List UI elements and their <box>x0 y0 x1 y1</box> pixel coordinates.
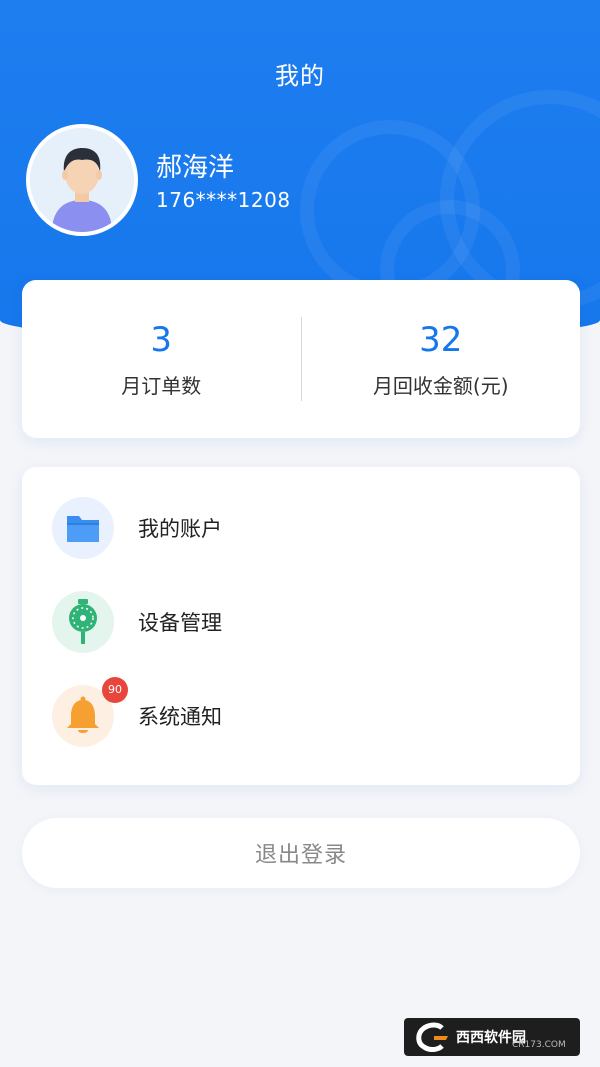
menu-item-label: 设备管理 <box>138 611 222 635</box>
menu-item-notifications[interactable]: 90 系统通知 <box>22 671 580 761</box>
monthly-amount-label: 月回收金额(元) <box>372 373 509 398</box>
user-phone: 176****1208 <box>156 188 291 212</box>
watermark-c-icon <box>416 1022 448 1052</box>
folder-icon <box>52 497 114 559</box>
watermark-sub: CR173.COM <box>512 1040 566 1050</box>
menu-item-label: 我的账户 <box>138 517 222 541</box>
menu-card: 我的账户 设备管理 90 系统通知 <box>22 467 580 785</box>
device-icon <box>52 591 114 653</box>
logout-button[interactable]: 退出登录 <box>22 818 580 888</box>
monthly-orders-stat[interactable]: 3 月订单数 <box>22 320 301 399</box>
stats-card: 3 月订单数 32 月回收金额(元) <box>22 280 580 438</box>
bell-icon: 90 <box>52 677 128 747</box>
menu-item-account[interactable]: 我的账户 <box>22 483 580 573</box>
monthly-orders-value: 3 <box>150 319 173 360</box>
monthly-amount-stat[interactable]: 32 月回收金额(元) <box>302 320 581 399</box>
monthly-orders-label: 月订单数 <box>121 373 202 398</box>
avatar[interactable] <box>26 124 138 236</box>
user-name: 郝海洋 <box>156 153 235 183</box>
monthly-amount-value: 32 <box>419 319 463 360</box>
user-avatar-icon <box>30 128 134 232</box>
menu-item-device[interactable]: 设备管理 <box>22 577 580 667</box>
notification-count-badge: 90 <box>102 677 128 703</box>
page-title: 我的 <box>275 62 325 90</box>
menu-item-label: 系统通知 <box>138 705 222 729</box>
watermark-logo: 西西软件园 CR173.COM <box>404 1018 580 1056</box>
